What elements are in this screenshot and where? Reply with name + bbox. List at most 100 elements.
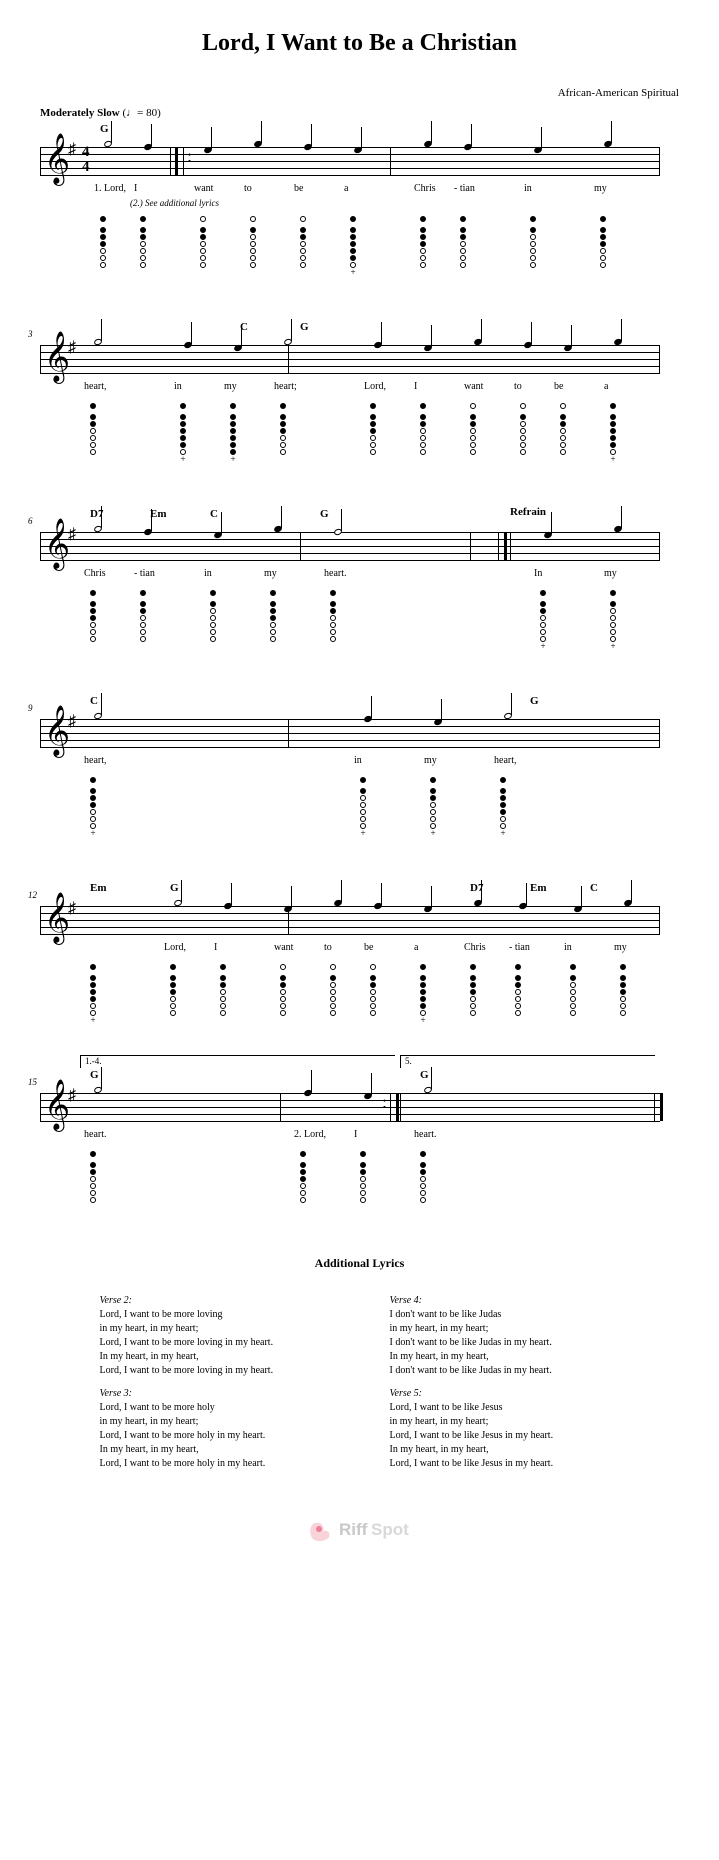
fingering-diagram: + (540, 590, 546, 650)
lyric-syllable: my (614, 942, 627, 953)
lyric-line: 1. Lord,IwanttobeaChris- tianinmy (40, 183, 660, 197)
fingering-diagram (170, 964, 176, 1016)
tempo-marking: Moderately Slow (♩= 80) (40, 107, 679, 119)
verse-line: I don't want to be like Judas in my hear… (390, 1336, 620, 1350)
staff: 𝄞♯ (40, 898, 660, 938)
fingering-diagram (530, 216, 536, 268)
staff: 𝄞♯ (40, 1085, 660, 1125)
lyric-syllable: I (354, 1129, 357, 1140)
staff-system: 151.-4.5.GG𝄞♯heart.2. Lord,Iheart. (40, 1069, 679, 1221)
verse-line: In my heart, in my heart, (390, 1350, 620, 1364)
chord-symbol: G (420, 1069, 429, 1081)
verse-line: In my heart, in my heart, (100, 1443, 330, 1457)
fingering-diagram (300, 216, 306, 268)
fingering-diagram (90, 403, 96, 455)
verse-line: in my heart, in my heart; (390, 1415, 620, 1429)
lyric-syllable: Chris (414, 183, 436, 194)
key-signature: ♯ (68, 141, 76, 159)
fingering-row: ++ (40, 964, 660, 1034)
lyric-syllable: want (274, 942, 293, 953)
lyric-line: heart,inmyheart;Lord,Iwanttobea (40, 381, 660, 395)
staff: 𝄞♯ (40, 337, 660, 377)
lyric-line: heart. 2. Lord, Iheart. (40, 1129, 660, 1143)
key-signature: ♯ (68, 526, 76, 544)
additional-lyrics-title: Additional Lyrics (40, 1256, 679, 1271)
volta-bracket: 1.-4. (80, 1055, 395, 1068)
fingering-diagram (370, 403, 376, 455)
lyric-syllable: heart, (84, 381, 107, 392)
lyric-syllable: heart, (84, 755, 107, 766)
chord-symbol: G (170, 882, 179, 894)
lyric-syllable: Chris (464, 942, 486, 953)
measure-number: 9 (28, 703, 33, 713)
lyric-syllable: 1. Lord, (94, 183, 126, 194)
verse-line: in my heart, in my heart; (390, 1322, 620, 1336)
fingering-diagram (520, 403, 526, 455)
chord-symbol: C (590, 882, 598, 894)
fingering-diagram: + (360, 777, 366, 837)
chord-symbol: G (530, 695, 539, 707)
key-signature: ♯ (68, 1087, 76, 1105)
chord-symbol: Em (530, 882, 547, 894)
lyric-syllable: heart. (324, 568, 347, 579)
measure-number: 12 (28, 890, 37, 900)
time-signature: 44 (82, 145, 90, 175)
lyric-syllable: in (204, 568, 212, 579)
treble-clef-icon: 𝄞 (44, 335, 70, 379)
lyric-line: Chris- tianinmyheart.Inmy (40, 568, 660, 582)
treble-clef-icon: 𝄞 (44, 709, 70, 753)
staff-system: 9CG𝄞♯heart,inmyheart,++++ (40, 695, 679, 847)
fingering-diagram (460, 216, 466, 268)
logo: Riff Spot (40, 1511, 679, 1552)
fingering-diagram: + (350, 216, 356, 276)
fingering-diagram: + (420, 964, 426, 1024)
fingering-diagram (210, 590, 216, 642)
chord-symbol: G (100, 123, 109, 135)
chord-symbol: G (300, 321, 309, 333)
staff-system: 6D7EmCGRefrain𝄞♯Chris- tianinmyheart.Inm… (40, 508, 679, 660)
lyric-syllable: heart. (84, 1129, 107, 1140)
verse-line: Lord, I want to be more loving in my hea… (100, 1364, 330, 1378)
lyric-syllable: my (424, 755, 437, 766)
fingering-diagram (140, 590, 146, 642)
verse-label: Verse 2: (100, 1295, 330, 1306)
staff: 𝄞♯ (40, 524, 660, 564)
fingering-diagram: + (610, 403, 616, 463)
key-signature: ♯ (68, 900, 76, 918)
lyric-syllable: - tian (509, 942, 530, 953)
additional-lyrics: Verse 2: Lord, I want to be more loving in… (40, 1285, 679, 1471)
refrain-label: Refrain (510, 506, 546, 518)
verse-label: Verse 3: (100, 1388, 330, 1399)
lyric-syllable: - tian (454, 183, 475, 194)
verse-line: Lord, I want to be more loving (100, 1308, 330, 1322)
fingering-diagram (620, 964, 626, 1016)
additional-lyrics-note: (2.) See additional lyrics (130, 198, 679, 208)
verse-line: Lord, I want to be like Jesus in my hear… (390, 1429, 620, 1443)
lyric-syllable: heart. (414, 1129, 437, 1140)
key-signature: ♯ (68, 713, 76, 731)
treble-clef-icon: 𝄞 (44, 137, 70, 181)
verse-line: I don't want to be like Judas (390, 1308, 620, 1322)
fingering-row: +++ (40, 403, 660, 473)
fingering-diagram: + (500, 777, 506, 837)
fingering-diagram (470, 964, 476, 1016)
fingering-row (40, 1151, 660, 1221)
lyric-syllable: to (324, 942, 332, 953)
fingering-diagram (560, 403, 566, 455)
lyric-syllable: 2. Lord, (294, 1129, 326, 1140)
lyric-syllable: In (534, 568, 542, 579)
treble-clef-icon: 𝄞 (44, 1083, 70, 1127)
verse-line: Lord, I want to be like Jesus in my hear… (390, 1457, 620, 1471)
fingering-diagram (600, 216, 606, 268)
fingering-diagram (420, 1151, 426, 1203)
lyric-syllable: my (224, 381, 237, 392)
lyric-syllable: my (604, 568, 617, 579)
lyric-syllable: in (354, 755, 362, 766)
fingering-diagram (90, 590, 96, 642)
chord-symbol: G (320, 508, 329, 520)
verse-line: In my heart, in my heart, (100, 1350, 330, 1364)
staff-system: 3CG𝄞♯heart,inmyheart;Lord,Iwanttobea+++ (40, 321, 679, 473)
lyric-syllable: to (514, 381, 522, 392)
fingering-row: ++ (40, 590, 660, 660)
verse-line: Lord, I want to be like Jesus (390, 1401, 620, 1415)
